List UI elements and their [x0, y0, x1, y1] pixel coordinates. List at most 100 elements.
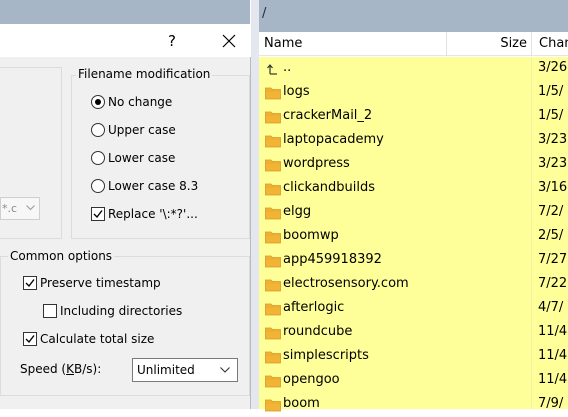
checkbox-label: Preserve timestamp — [40, 276, 161, 290]
file-changed: 7/2/ — [538, 204, 564, 219]
checkbox-label: Replace '\:*?'... — [108, 207, 198, 221]
folder-icon — [265, 375, 281, 388]
checkbox-indicator — [23, 276, 37, 290]
file-row[interactable]: laptopacademy 3/23 — [262, 129, 568, 153]
radio-label: Lower case 8.3 — [108, 179, 199, 193]
column-header-name[interactable]: Name — [259, 32, 446, 56]
file-row[interactable]: electrosensory.com 7/22 — [262, 273, 568, 297]
file-name: crackerMail_2 — [283, 108, 373, 123]
checkbox-indicator — [91, 207, 105, 221]
folder-icon — [265, 183, 281, 196]
file-row[interactable]: clickandbuilds 3/16 — [262, 177, 568, 201]
file-name: electrosensory.com — [283, 276, 409, 291]
close-icon — [222, 34, 236, 48]
file-row[interactable]: simplescripts 11/4 — [262, 345, 568, 369]
file-changed: 3/26 — [538, 60, 568, 75]
checkmark-icon — [25, 335, 35, 344]
file-row[interactable]: roundcube 11/4 — [262, 321, 568, 345]
parent-directory-icon — [267, 64, 277, 75]
transfer-settings-dialog: ? *.c Filename modification No change Up… — [0, 24, 251, 409]
radio-indicator — [91, 95, 105, 109]
speed-select[interactable]: Unlimited — [132, 358, 238, 382]
checkmark-icon — [25, 279, 35, 288]
radio-label: Lower case — [108, 151, 176, 165]
checkmark-icon — [93, 210, 103, 219]
dialog-titlebar: ? — [0, 24, 251, 57]
file-changed: 7/27 — [538, 252, 568, 267]
close-button[interactable] — [216, 28, 242, 54]
folder-icon — [265, 279, 281, 292]
file-name: simplescripts — [283, 348, 369, 363]
file-changed: 11/4 — [538, 348, 568, 363]
radio-lower-case[interactable]: Lower case — [91, 151, 175, 165]
checkbox-indicator — [43, 304, 57, 318]
radio-lower-case-83[interactable]: Lower case 8.3 — [91, 179, 198, 193]
file-changed: 2/5/ — [538, 228, 564, 243]
remote-path: / — [262, 6, 267, 21]
filename-modification-title: Filename modification — [76, 67, 213, 81]
file-row[interactable]: logs 1/5/ — [262, 81, 568, 105]
replace-chars-checkbox[interactable]: Replace '\:*?'... — [91, 207, 198, 221]
file-changed: 11/4 — [538, 372, 568, 387]
file-name: clickandbuilds — [283, 180, 376, 195]
file-name: laptopacademy — [283, 132, 384, 147]
file-changed: 3/16 — [538, 180, 568, 195]
folder-icon — [265, 135, 281, 148]
file-changed: 3/23 — [538, 132, 568, 147]
remote-path-bar[interactable] — [259, 0, 568, 32]
speed-select-value: Unlimited — [137, 363, 195, 377]
column-header-changed-label: Chan — [539, 36, 568, 51]
folder-icon — [265, 231, 281, 244]
file-row[interactable]: boomwp 2/5/ — [262, 225, 568, 249]
file-changed: 11/4 — [538, 324, 568, 339]
background-window-strip — [0, 0, 250, 24]
file-name: .. — [283, 60, 292, 75]
including-directories-checkbox[interactable]: Including directories — [43, 304, 182, 318]
file-row[interactable]: boom 7/9/ — [262, 393, 568, 417]
folder-icon — [265, 303, 281, 316]
folder-icon — [265, 255, 281, 268]
mask-combo-partial[interactable]: *.c — [0, 197, 40, 220]
column-header-size[interactable]: Size — [447, 32, 531, 56]
preserve-timestamp-checkbox[interactable]: Preserve timestamp — [23, 276, 161, 290]
speed-label: Speed (KB/s): — [20, 362, 102, 376]
file-name: opengoo — [283, 372, 340, 387]
mask-combo-value: *.c — [2, 202, 18, 215]
file-changed: 1/5/ — [538, 84, 564, 99]
file-changed: 3/23 — [538, 156, 568, 171]
checkbox-indicator — [23, 332, 37, 346]
file-row[interactable]: afterlogic 4/7/ — [262, 297, 568, 321]
file-row[interactable]: wordpress 3/23 — [262, 153, 568, 177]
folder-icon — [265, 207, 281, 220]
chevron-down-icon — [26, 205, 35, 211]
radio-no-change[interactable]: No change — [91, 95, 172, 109]
radio-label: No change — [108, 95, 173, 109]
file-name: roundcube — [283, 324, 353, 339]
parent-directory-row[interactable]: .. 3/26 — [262, 57, 568, 81]
folder-icon — [265, 399, 281, 412]
column-header-name-label: Name — [264, 36, 303, 51]
calculate-total-size-checkbox[interactable]: Calculate total size — [23, 332, 154, 346]
file-row[interactable]: elgg 7/2/ — [262, 201, 568, 225]
folder-icon — [265, 327, 281, 340]
file-changed: 7/22 — [538, 276, 568, 291]
file-changed: 1/5/ — [538, 108, 564, 123]
panel-splitter[interactable] — [251, 0, 259, 409]
help-button[interactable]: ? — [162, 31, 182, 51]
file-row[interactable]: opengoo 11/4 — [262, 369, 568, 393]
common-options-title: Common options — [8, 249, 115, 263]
file-changed: 4/7/ — [538, 300, 564, 315]
folder-icon — [265, 351, 281, 364]
checkbox-label: Including directories — [60, 304, 183, 318]
file-name: wordpress — [283, 156, 350, 171]
radio-indicator — [91, 151, 105, 165]
file-row[interactable]: app459918392 7/27 — [262, 249, 568, 273]
file-name: elgg — [283, 204, 312, 219]
file-row[interactable]: crackerMail_2 1/5/ — [262, 105, 568, 129]
folder-icon — [265, 111, 281, 124]
checkbox-label: Calculate total size — [40, 332, 155, 346]
folder-icon — [265, 87, 281, 100]
radio-upper-case[interactable]: Upper case — [91, 123, 176, 137]
column-header-changed[interactable]: Chan — [532, 32, 568, 56]
file-name: afterlogic — [283, 300, 345, 315]
